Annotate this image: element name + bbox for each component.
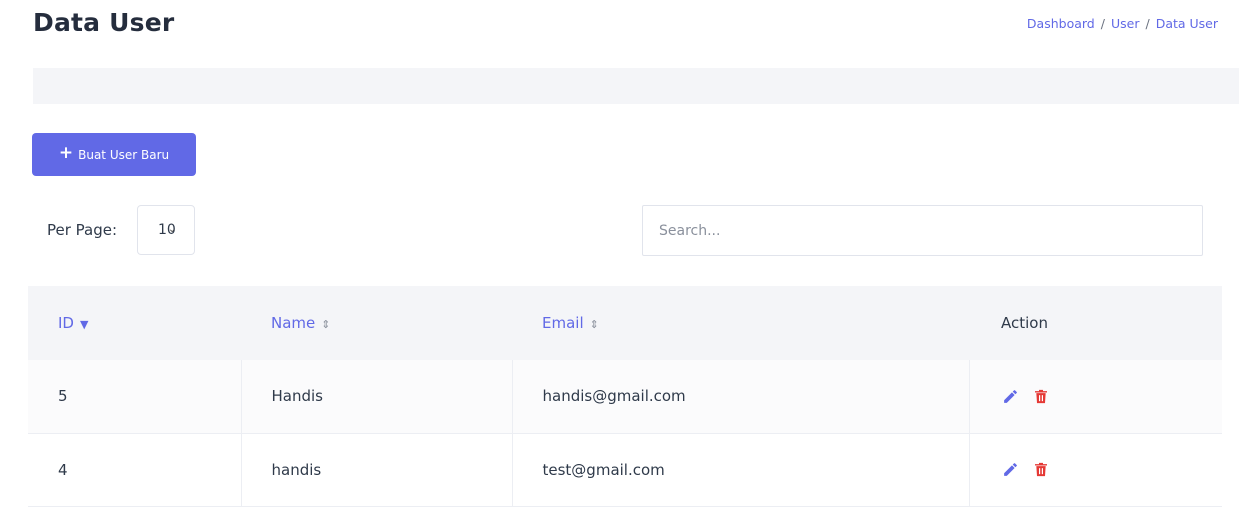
column-header-label: Email [542, 314, 584, 332]
table-header-row: ID ▼ Name ⇕ Email ⇕ Action [28, 286, 1222, 360]
sort-desc-icon: ▼ [79, 318, 89, 331]
table-row: 4 handis test@gmail.com [28, 433, 1222, 507]
user-table: ID ▼ Name ⇕ Email ⇕ Action 5 Handis handis@… [28, 286, 1222, 507]
breadcrumb-dashboard[interactable]: Dashboard [1027, 16, 1095, 31]
plus-icon: + [58, 143, 74, 163]
column-header-action: Action [969, 286, 1222, 360]
cell-name: Handis [241, 360, 513, 434]
edit-icon[interactable] [1002, 461, 1019, 478]
delete-icon[interactable] [1033, 388, 1049, 405]
table-row: 5 Handis handis@gmail.com [28, 360, 1222, 434]
header-band [33, 68, 1239, 104]
breadcrumb-separator: / [1100, 16, 1105, 31]
delete-icon[interactable] [1033, 461, 1049, 478]
cell-id: 4 [28, 433, 242, 507]
column-header-label: ID [58, 314, 74, 332]
cell-id: 5 [28, 360, 242, 434]
cell-action [969, 360, 1222, 434]
breadcrumb-data-user: Data User [1155, 16, 1218, 31]
column-header-label: Name [271, 314, 316, 332]
breadcrumb: Dashboard / User / Data User [1027, 16, 1218, 31]
cell-action [969, 433, 1222, 507]
chevron-down-icon: ⌄ [168, 224, 177, 235]
per-page-select[interactable]: 10 ⌄ [137, 205, 195, 255]
page-title: Data User [33, 8, 175, 37]
add-user-button[interactable]: + Buat User Baru [32, 133, 196, 176]
column-header-name[interactable]: Name ⇕ [241, 286, 512, 360]
breadcrumb-separator: / [1145, 16, 1150, 31]
add-user-label: Buat User Baru [78, 147, 170, 162]
cell-email: test@gmail.com [512, 433, 970, 507]
column-header-id[interactable]: ID ▼ [28, 286, 241, 360]
cell-name: handis [241, 433, 513, 507]
cell-email: handis@gmail.com [512, 360, 970, 434]
breadcrumb-user[interactable]: User [1111, 16, 1140, 31]
column-header-email[interactable]: Email ⇕ [512, 286, 969, 360]
per-page-label: Per Page: [47, 221, 118, 239]
edit-icon[interactable] [1002, 388, 1019, 405]
search-input[interactable] [642, 205, 1203, 256]
sort-icon: ⇕ [589, 318, 599, 331]
column-header-label: Action [1001, 314, 1048, 332]
sort-icon: ⇕ [321, 318, 331, 331]
